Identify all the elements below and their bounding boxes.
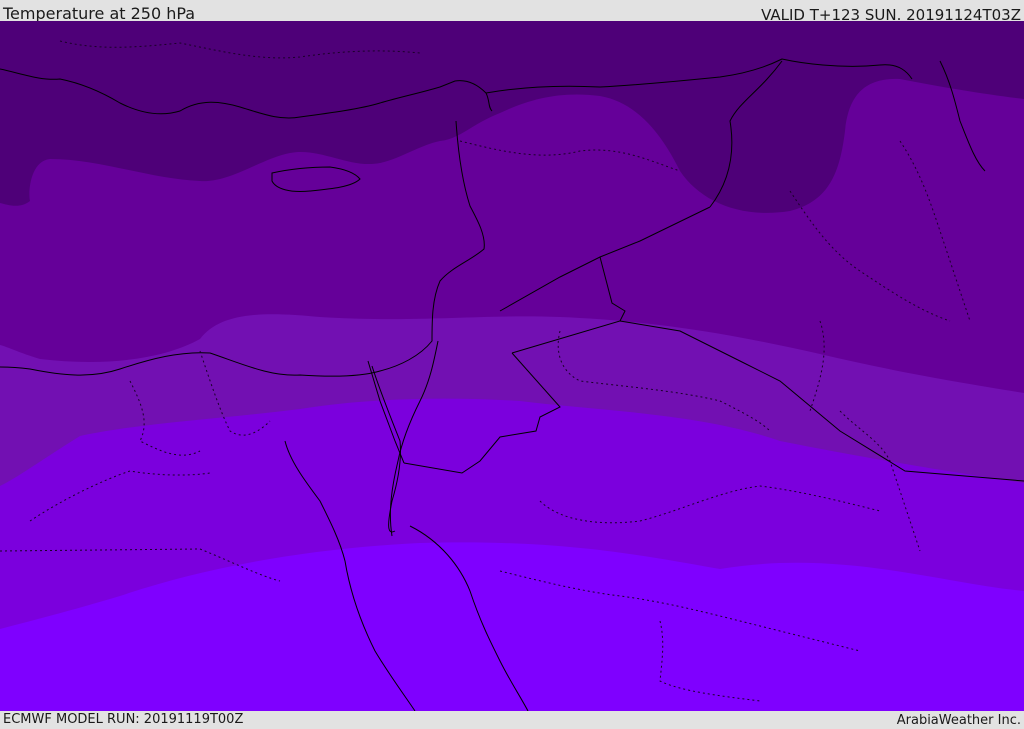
map-footer: ECMWF MODEL RUN: 20191119T00Z ArabiaWeat… (0, 711, 1024, 729)
credit-label: ArabiaWeather Inc. (896, 713, 1021, 728)
model-run-label: ECMWF MODEL RUN: 20191119T00Z (3, 712, 244, 727)
weather-map[interactable] (0, 21, 1024, 711)
map-canvas (0, 21, 1024, 711)
map-header: Temperature at 250 hPa VALID T+123 SUN. … (0, 0, 1024, 24)
